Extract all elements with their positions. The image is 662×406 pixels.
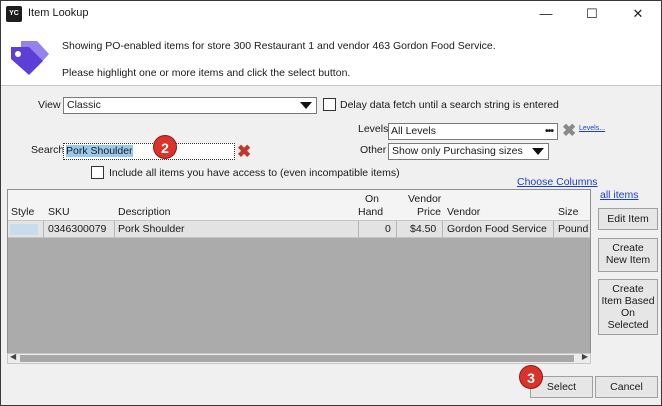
column-size[interactable]: Size bbox=[558, 206, 578, 218]
other-select-value: Show only Purchasing sizes bbox=[392, 145, 523, 157]
all-items-link[interactable]: all items bbox=[600, 189, 639, 201]
column-divider bbox=[43, 221, 44, 239]
levels-browse-button[interactable]: ••• bbox=[545, 124, 554, 139]
include-all-checkbox[interactable] bbox=[91, 166, 104, 179]
cell-sku: 0346300079 bbox=[48, 223, 107, 235]
other-label: Other bbox=[360, 144, 387, 156]
column-divider bbox=[114, 221, 115, 239]
column-vendor[interactable]: Vendor bbox=[447, 206, 480, 218]
header-panel: Showing PO-enabled items for store 300 R… bbox=[1, 27, 661, 85]
other-select[interactable]: Show only Purchasing sizes bbox=[388, 143, 549, 160]
table-row[interactable]: 0346300079 Pork Shoulder 0 $4.50 Gordon … bbox=[8, 220, 590, 239]
price-tag-icon bbox=[11, 41, 49, 75]
include-all-label: Include all items you have access to (ev… bbox=[109, 167, 400, 179]
cell-vendor: Gordon Food Service bbox=[447, 223, 547, 235]
scrollbar-thumb[interactable] bbox=[20, 355, 574, 362]
app-icon: YC bbox=[6, 6, 22, 22]
callout-3: 3 bbox=[519, 365, 543, 389]
column-style[interactable]: Style bbox=[11, 206, 34, 218]
cell-description: Pork Shoulder bbox=[118, 223, 185, 235]
levels-value: All Levels bbox=[391, 125, 436, 137]
grid-header: Style SKU Description On Hand Vendor Pri… bbox=[8, 190, 590, 220]
delay-fetch-label: Delay data fetch until a search string i… bbox=[340, 99, 559, 111]
window-title: Item Lookup bbox=[28, 7, 89, 19]
cell-vendor-price: $4.50 bbox=[410, 223, 437, 235]
column-on-hand-top[interactable]: On bbox=[365, 193, 379, 205]
cell-size: Pound bbox=[558, 223, 589, 235]
chevron-down-icon bbox=[300, 102, 312, 109]
create-item-based-on-selected-button[interactable]: Create Item Based On Selected bbox=[598, 279, 658, 335]
callout-2: 2 bbox=[153, 135, 177, 159]
cell-on-hand: 0 bbox=[385, 223, 391, 235]
create-based-label-4: Selected bbox=[607, 319, 649, 331]
item-lookup-window: YC Item Lookup — ☐ ✕ Showing PO-enabled … bbox=[0, 0, 662, 406]
column-description[interactable]: Description bbox=[118, 206, 171, 218]
column-on-hand[interactable]: Hand bbox=[358, 206, 383, 218]
scroll-right-icon[interactable]: ▶ bbox=[582, 352, 588, 361]
row-style-swatch bbox=[10, 224, 38, 235]
column-divider bbox=[442, 221, 443, 239]
levels-label: Levels bbox=[358, 123, 389, 135]
create-based-label-2: Item Based bbox=[601, 295, 655, 307]
create-new-item-button[interactable]: Create New Item bbox=[598, 238, 658, 272]
search-input[interactable]: Pork Shoulder bbox=[63, 143, 235, 160]
header-instructions: Please highlight one or more items and c… bbox=[62, 67, 351, 79]
view-label: View bbox=[38, 99, 61, 111]
lookup-body: View Classic Delay data fetch until a se… bbox=[1, 85, 661, 405]
delay-fetch-checkbox[interactable] bbox=[323, 98, 336, 111]
search-label: Search bbox=[31, 144, 65, 156]
column-divider bbox=[358, 221, 359, 239]
create-based-label-3: On bbox=[620, 307, 635, 319]
create-based-label-1: Create bbox=[612, 283, 644, 295]
column-divider bbox=[553, 221, 554, 239]
clear-levels-icon[interactable]: ✖ bbox=[562, 122, 576, 139]
edit-item-label: Edit Item bbox=[607, 213, 649, 225]
view-select-value: Classic bbox=[67, 99, 101, 111]
chevron-down-icon bbox=[532, 148, 544, 155]
maximize-button[interactable]: ☐ bbox=[569, 1, 615, 27]
column-vendor-price[interactable]: Price bbox=[417, 206, 441, 218]
search-input-value: Pork Shoulder bbox=[66, 145, 133, 157]
horizontal-scrollbar[interactable]: ◀ ▶ bbox=[7, 352, 591, 364]
choose-columns-link[interactable]: Choose Columns bbox=[517, 176, 598, 188]
close-button[interactable]: ✕ bbox=[615, 1, 661, 27]
clear-search-icon[interactable]: ✖ bbox=[237, 143, 251, 160]
view-select[interactable]: Classic bbox=[63, 97, 317, 114]
levels-field[interactable]: All Levels ••• bbox=[388, 123, 558, 140]
minimize-button[interactable]: — bbox=[523, 1, 569, 27]
cancel-button[interactable]: Cancel bbox=[595, 376, 658, 398]
column-divider bbox=[396, 221, 397, 239]
results-grid: Style SKU Description On Hand Vendor Pri… bbox=[7, 189, 591, 364]
column-sku[interactable]: SKU bbox=[48, 206, 70, 218]
column-vendor-price-top[interactable]: Vendor bbox=[408, 193, 441, 205]
scroll-left-icon[interactable]: ◀ bbox=[10, 352, 16, 361]
levels-link[interactable]: Levels... bbox=[579, 125, 605, 132]
edit-item-button[interactable]: Edit Item bbox=[598, 208, 658, 230]
create-new-label-1: Create bbox=[612, 242, 644, 254]
title-bar: YC Item Lookup — ☐ ✕ bbox=[1, 1, 661, 27]
create-new-label-2: New Item bbox=[605, 254, 651, 266]
header-description: Showing PO-enabled items for store 300 R… bbox=[62, 40, 496, 52]
